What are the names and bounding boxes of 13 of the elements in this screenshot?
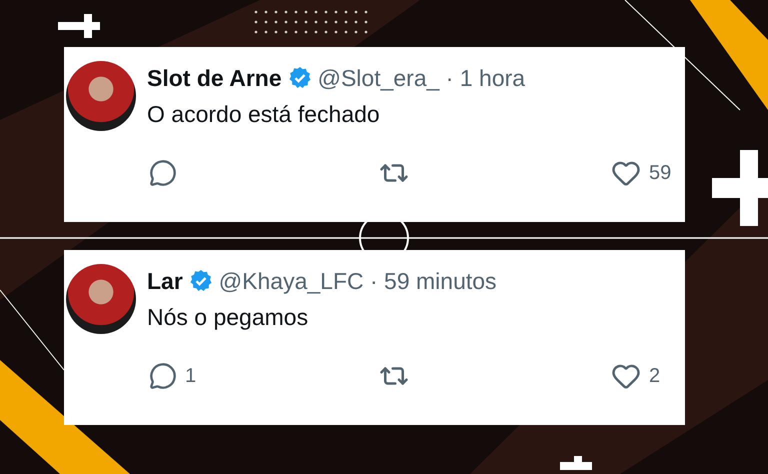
display-name: Slot de Arne <box>147 64 282 92</box>
reply-icon[interactable] <box>149 159 177 187</box>
plus-shape <box>58 14 100 38</box>
action-count: 2 <box>649 364 660 388</box>
tweet-text: O acordo está fechado <box>147 101 381 128</box>
plus-shape <box>560 456 592 470</box>
tweet-text: Nós o pegamos <box>147 304 310 331</box>
reply-icon[interactable] <box>149 362 177 390</box>
handle-time: @Khaya_LFC · 59 minutos <box>218 268 497 294</box>
display-name: Lar <box>147 268 183 294</box>
action-count: 59 <box>649 162 672 184</box>
handle-time: @Slot_era_ · 1 hora <box>318 64 526 92</box>
action-count: 1 <box>185 364 196 388</box>
